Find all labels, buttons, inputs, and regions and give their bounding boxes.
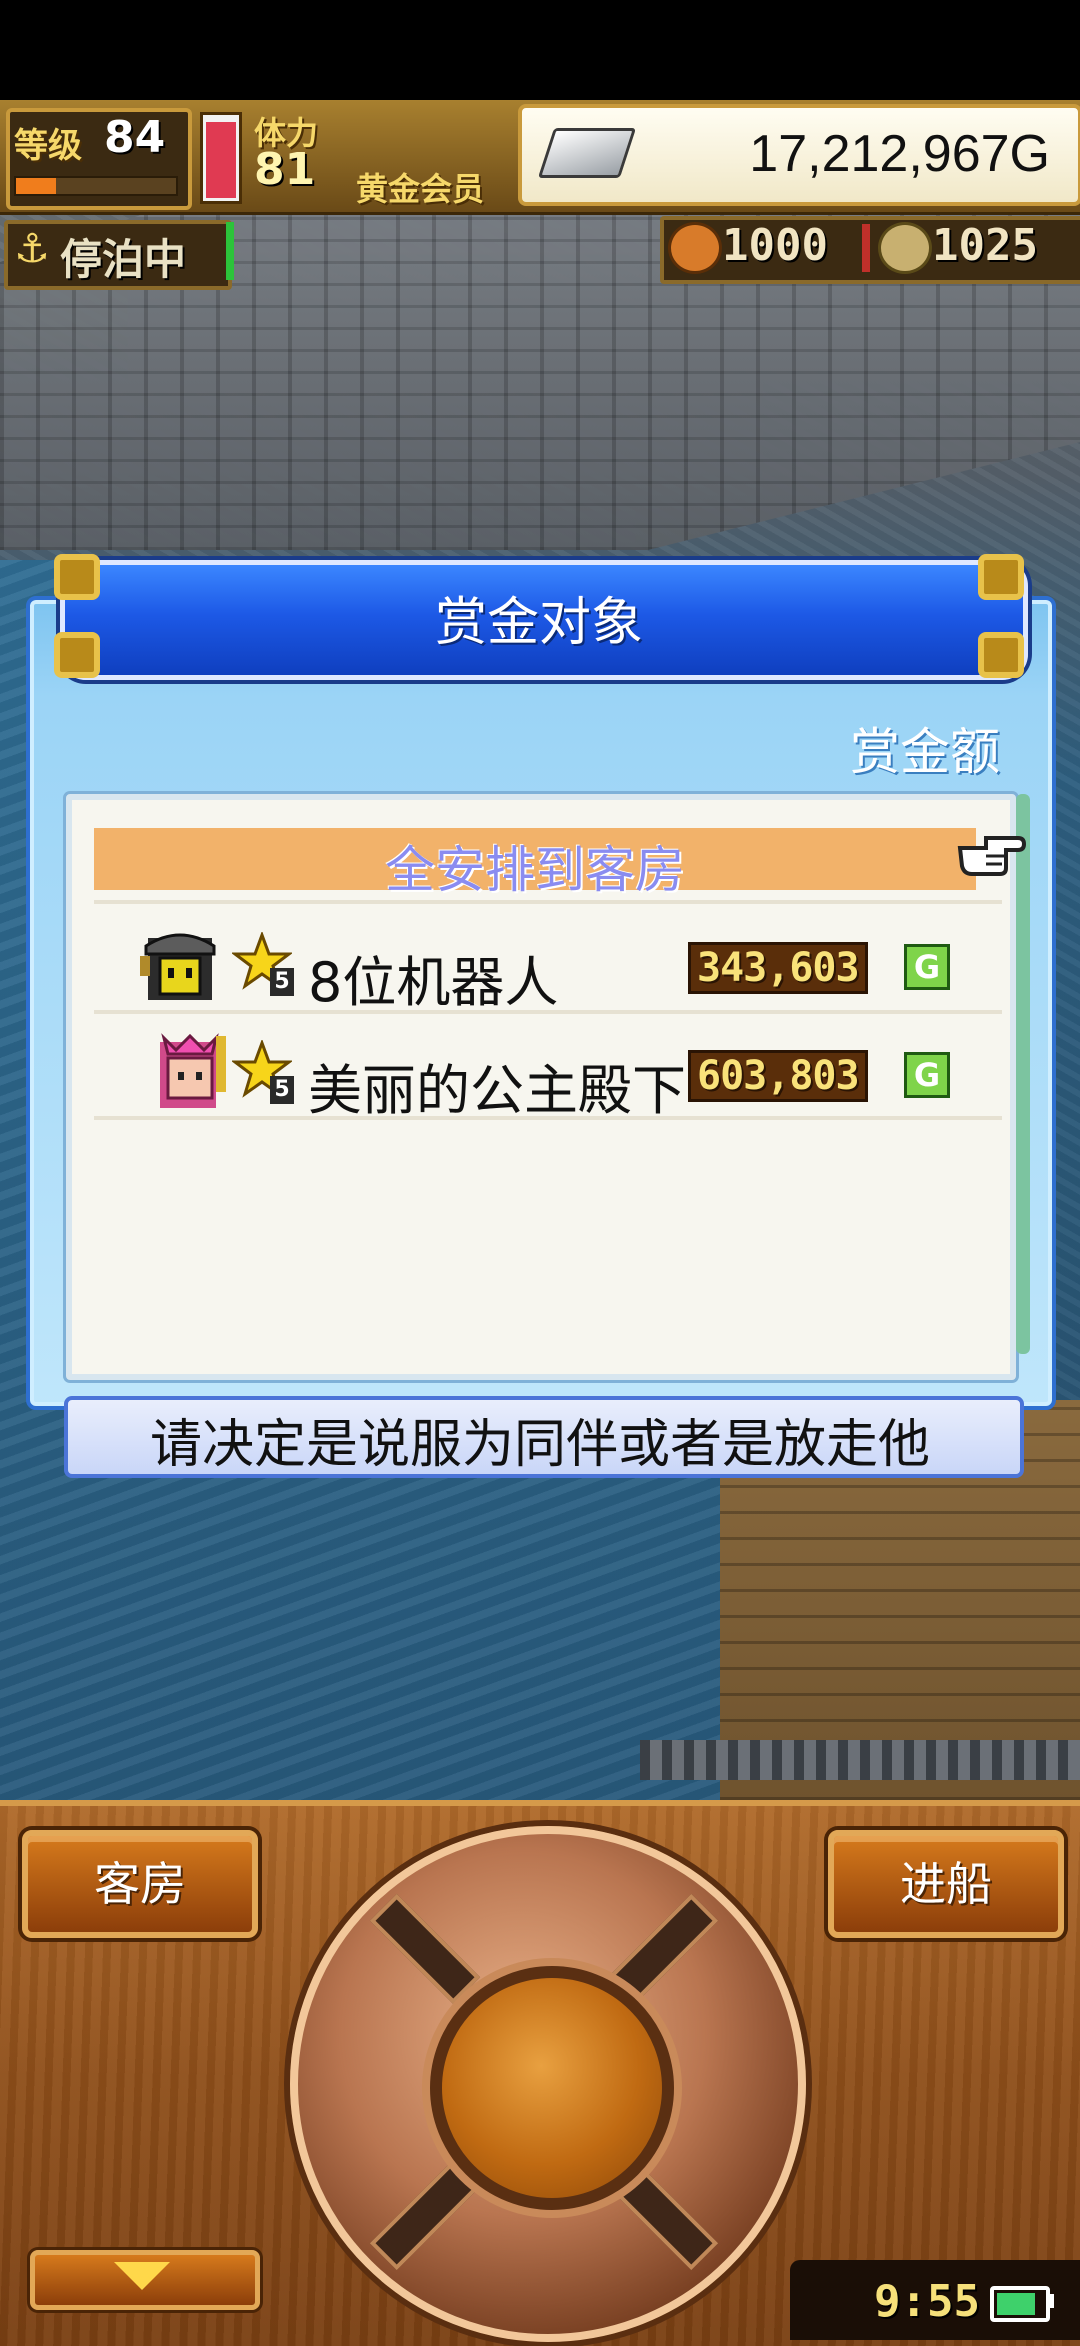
food-icon xyxy=(668,222,722,274)
status-indicator xyxy=(226,222,234,280)
membership-badge: 黄金会员 xyxy=(356,170,485,208)
pointing-hand-icon xyxy=(957,836,1026,876)
list-scrollbar[interactable] xyxy=(1016,794,1030,1354)
dock-railing xyxy=(640,1740,1080,1780)
row-divider xyxy=(94,1010,1002,1014)
experience-bar xyxy=(14,176,178,196)
battery-level xyxy=(997,2293,1035,2315)
gold-unit-badge: G xyxy=(904,944,950,990)
resource-1-value: 1000 xyxy=(722,220,828,271)
stamina-value: 81 xyxy=(254,144,316,195)
bounty-target-name: 8位机器人 xyxy=(308,951,559,1014)
clock-time: 9:55 xyxy=(874,2276,980,2327)
robot-avatar-icon xyxy=(140,933,216,1000)
stamina-bar xyxy=(200,112,242,204)
coin-icon xyxy=(878,222,932,274)
board-ship-label: 进船 xyxy=(900,1857,992,1911)
board-ship-button[interactable]: 进船 xyxy=(828,1830,1064,1938)
resource-2-value: 1025 xyxy=(932,220,1038,271)
dialog-title: 赏金对象 xyxy=(434,593,643,653)
resource-divider xyxy=(862,224,870,272)
center-action-button[interactable] xyxy=(430,1966,674,2210)
silver-bar-icon xyxy=(537,128,637,178)
battery-icon xyxy=(990,2286,1050,2322)
dock-status-text: 停泊中 xyxy=(60,235,187,284)
bounty-value: 343,603 xyxy=(688,942,868,994)
assign-all-label: 全安排到客房 xyxy=(385,841,685,899)
guest-room-label: 客房 xyxy=(94,1857,186,1911)
gold-amount: 17,212,967G xyxy=(749,125,1050,183)
system-status-bar xyxy=(0,0,1080,100)
bounty-value: 603,803 xyxy=(688,1050,868,1102)
bounty-amount-header: 赏金额 xyxy=(850,723,1000,781)
princess-avatar-icon xyxy=(160,1033,226,1108)
star-level: 5 xyxy=(270,1076,294,1104)
level-label: 等级 xyxy=(14,126,82,166)
instruction-text: 请决定是说服为同伴或者是放走他 xyxy=(149,1415,930,1475)
bounty-target-name: 美丽的公主殿下 xyxy=(308,1059,686,1122)
row-divider xyxy=(94,900,1002,904)
stamina-fill xyxy=(206,122,236,198)
level-value: 84 xyxy=(104,112,166,163)
chevron-down-icon xyxy=(114,2262,170,2290)
star-level: 5 xyxy=(270,968,294,996)
experience-fill xyxy=(16,178,56,194)
battery-tip xyxy=(1048,2294,1054,2308)
guest-room-button[interactable]: 客房 xyxy=(22,1830,258,1938)
anchor-icon: ⚓ xyxy=(14,226,50,272)
gold-unit-badge: G xyxy=(904,1052,950,1098)
row-divider xyxy=(94,1116,1002,1120)
